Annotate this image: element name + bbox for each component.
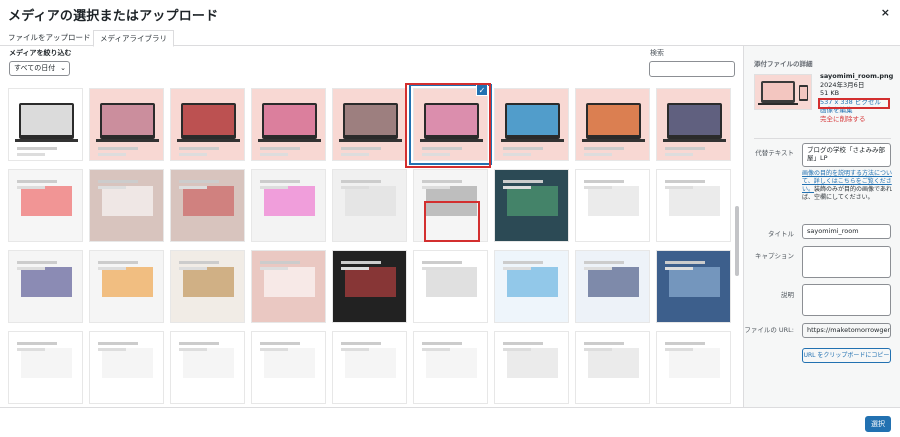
file-url-field[interactable]: https://maketomorrowgen <box>802 323 891 338</box>
attachment-details: 添付ファイルの詳細 sayomimi_room.png 2024年3月6日 51… <box>743 46 900 407</box>
media-thumbnail[interactable] <box>656 169 731 242</box>
media-thumbnail[interactable] <box>413 250 488 323</box>
modal-title: メディアの選択またはアップロード <box>8 9 219 24</box>
media-thumbnail[interactable] <box>89 250 164 323</box>
description-label: 説明 <box>781 291 794 299</box>
highlight-box <box>818 98 890 109</box>
tab-upload[interactable]: ファイルをアップロード <box>2 30 97 46</box>
tab-media-library[interactable]: メディアライブラリ <box>93 30 174 47</box>
close-icon[interactable]: × <box>881 6 890 19</box>
alt-label: 代替テキスト <box>755 149 794 157</box>
media-thumbnail[interactable] <box>170 169 245 242</box>
delete-link[interactable]: 完全に削除する <box>820 115 893 124</box>
modal-footer: 選択 <box>0 407 900 437</box>
title-field[interactable]: sayomimi_room <box>802 224 891 239</box>
media-thumbnail[interactable] <box>494 88 569 161</box>
media-thumbnail[interactable] <box>656 250 731 323</box>
media-thumbnail[interactable] <box>8 169 83 242</box>
media-thumbnail[interactable] <box>494 169 569 242</box>
media-thumbnail[interactable] <box>575 250 650 323</box>
highlight-box <box>405 83 491 168</box>
filename: sayomimi_room.png <box>820 72 894 80</box>
media-thumbnail[interactable] <box>8 88 83 161</box>
media-thumbnail[interactable] <box>656 331 731 404</box>
media-thumbnail[interactable] <box>170 250 245 323</box>
media-thumbnail[interactable] <box>89 169 164 242</box>
details-heading: 添付ファイルの詳細 <box>754 60 813 68</box>
media-thumbnail[interactable] <box>575 331 650 404</box>
media-thumbnail[interactable] <box>251 250 326 323</box>
description-field[interactable] <box>802 284 891 316</box>
media-thumbnail[interactable] <box>332 88 407 161</box>
alt-text-field[interactable]: ブログの学校「さよみみ部屋」LP <box>802 143 891 167</box>
media-thumbnail[interactable] <box>251 331 326 404</box>
upload-date: 2024年3月6日 <box>820 80 865 89</box>
media-thumbnail[interactable] <box>575 88 650 161</box>
media-thumbnail[interactable] <box>251 169 326 242</box>
media-thumbnail[interactable] <box>332 331 407 404</box>
tab-bar: ファイルをアップロード メディアライブラリ <box>0 28 900 47</box>
scrollbar[interactable] <box>735 206 739 276</box>
file-size: 51 KB <box>820 89 840 97</box>
select-button[interactable]: 選択 <box>865 416 891 432</box>
copy-url-button[interactable]: URL をクリップボードにコピー <box>802 348 891 363</box>
media-thumbnail[interactable] <box>656 88 731 161</box>
caption-field[interactable] <box>802 246 891 278</box>
media-thumbnail[interactable] <box>494 331 569 404</box>
media-thumbnail[interactable] <box>251 88 326 161</box>
media-thumbnail[interactable] <box>332 169 407 242</box>
divider <box>754 138 891 139</box>
alt-help: 画像の目的を説明する方法について、詳しくはこちらをご覧ください。装飾のみが目的の… <box>802 170 893 201</box>
media-thumbnail[interactable] <box>89 331 164 404</box>
url-label: ファイルの URL: <box>744 326 794 334</box>
title-label: タイトル <box>768 230 794 238</box>
media-thumbnail[interactable] <box>575 169 650 242</box>
media-thumbnail[interactable] <box>8 331 83 404</box>
modal-header: メディアの選択またはアップロード × <box>0 0 900 28</box>
media-thumbnail[interactable] <box>8 250 83 323</box>
media-thumbnail[interactable] <box>413 331 488 404</box>
highlight-box <box>424 201 480 242</box>
caption-label: キャプション <box>755 252 794 260</box>
media-thumbnail[interactable] <box>170 88 245 161</box>
media-thumbnail[interactable] <box>170 331 245 404</box>
attachment-thumbnail <box>754 74 812 110</box>
media-thumbnail[interactable] <box>89 88 164 161</box>
media-thumbnail[interactable] <box>494 250 569 323</box>
media-thumbnail[interactable] <box>332 250 407 323</box>
